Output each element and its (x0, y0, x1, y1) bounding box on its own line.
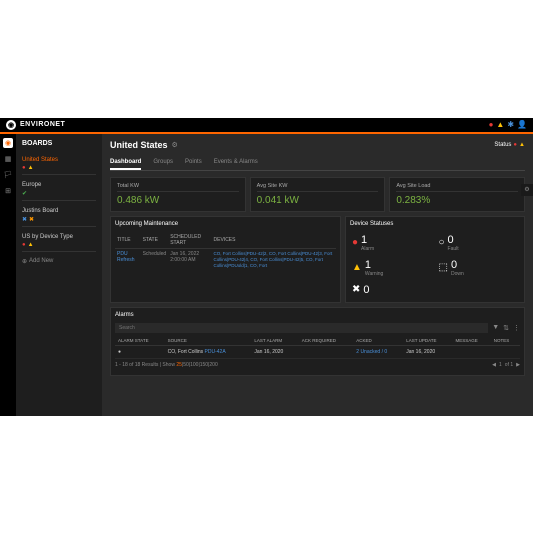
status-other: ✖0 (350, 282, 434, 298)
tool-icon: ✖ (22, 216, 27, 223)
tabs: Dashboard Groups Points Events & Alarms (110, 156, 525, 171)
status-alarm: ●1Alarm (350, 232, 434, 254)
warning-icon: ▲ (519, 142, 525, 148)
add-new-button[interactable]: ⊕Add New (22, 258, 96, 265)
app-name: ENVIRONET (20, 121, 65, 128)
metric-avg-load: Avg Site Load 0.283% (389, 177, 525, 212)
warning-icon: ▲ (28, 242, 34, 248)
sidebar-title: BOARDS (22, 140, 96, 147)
sidebar: BOARDS United States ●▲ Europe ✔ Justins… (16, 134, 102, 416)
rail-item-4-icon[interactable]: ⊞ (3, 186, 13, 196)
board-item-europe[interactable]: Europe ✔ (22, 179, 96, 201)
main: ◉ ▦ 🏳 ⊞ BOARDS United States ●▲ Europe ✔… (0, 134, 533, 416)
alarm-state-icon: ● (115, 345, 165, 358)
topbar: ◉ ENVIRONET ● ▲ ✱ 👤 (0, 118, 533, 134)
tool2-icon: ✖ (29, 216, 34, 223)
prev-page-icon[interactable]: ◀ (492, 362, 496, 368)
table-row[interactable]: ● CO, Fort Collins PDU-42A Jan 16, 2020 … (115, 345, 520, 358)
page-size-200[interactable]: 200 (209, 362, 217, 368)
sort-icon[interactable]: ⇅ (503, 324, 509, 332)
logo-icon: ◉ (6, 120, 16, 130)
alarms-table: ALARM STATESOURCELAST ALARMACK REQUIREDA… (115, 336, 520, 359)
search-input[interactable] (115, 323, 488, 333)
alarm-icon: ● (22, 242, 26, 248)
alarm-icon: ● (513, 142, 517, 148)
pagination: 1 - 18 of 18 Results | Show 25 | 50 | 10… (115, 359, 520, 371)
board-item-justins[interactable]: Justins Board ✖✖ (22, 205, 96, 227)
page-header: United States ⚙ Status ● ▲ (110, 140, 525, 150)
status-fault: ○0Fault (437, 232, 521, 254)
wrench-icon: ✖ (352, 284, 360, 295)
status-down: ⬚0Down (437, 257, 521, 279)
user-icon[interactable]: 👤 (517, 120, 527, 129)
alarm-icon: ● (22, 165, 26, 171)
metrics-row: Total KW 0.486 kW Avg Site KW 0.041 kW A… (110, 177, 525, 212)
status-warning: ▲1Warning (350, 257, 434, 279)
page-size-100[interactable]: 100 (190, 362, 198, 368)
rail-boards-icon[interactable]: ◉ (3, 138, 13, 148)
topbar-status-icons: ● ▲ ✱ 👤 (489, 120, 527, 129)
icon-rail: ◉ ▦ 🏳 ⊞ (0, 134, 16, 416)
maintenance-table: TITLE STATE SCHEDULED START DEVICES PDU … (115, 232, 336, 272)
tab-groups[interactable]: Groups (153, 156, 173, 170)
alarm-icon[interactable]: ● (489, 120, 494, 129)
metric-avg-kw: Avg Site KW 0.041 kW (250, 177, 386, 212)
warning-icon[interactable]: ▲ (496, 120, 504, 129)
filter-icon[interactable]: ▼ (492, 324, 499, 332)
info-icon[interactable]: ✱ (507, 120, 514, 129)
more-icon[interactable]: ⋮ (513, 324, 520, 332)
page-size-25[interactable]: 25 (176, 362, 182, 368)
warning-icon: ▲ (352, 262, 362, 273)
ok-icon: ✔ (22, 190, 27, 197)
tab-points[interactable]: Points (185, 156, 202, 170)
next-page-icon[interactable]: ▶ (516, 362, 520, 368)
status-indicator: Status ● ▲ (494, 142, 525, 148)
metric-total-kw: Total KW 0.486 kW (110, 177, 246, 212)
settings-flyout-icon[interactable]: ⚙ (521, 184, 533, 196)
alarm-icon: ● (352, 237, 358, 248)
down-icon: ⬚ (439, 262, 448, 273)
tab-dashboard[interactable]: Dashboard (110, 156, 141, 170)
fault-icon: ○ (439, 237, 445, 248)
alarms-panel: Alarms ▼ ⇅ ⋮ ALARM STATESOURCELAST ALARM… (110, 307, 525, 376)
device-statuses-panel: Device Statuses ●1Alarm ○0Fault ▲1Warnin… (345, 216, 525, 303)
panels-row: Upcoming Maintenance TITLE STATE SCHEDUL… (110, 216, 525, 303)
table-row[interactable]: PDU Refresh Scheduled Jan 16, 2022 2:00:… (115, 248, 336, 271)
tab-events[interactable]: Events & Alarms (214, 156, 258, 170)
gear-icon[interactable]: ⚙ (172, 141, 178, 149)
maintenance-panel: Upcoming Maintenance TITLE STATE SCHEDUL… (110, 216, 341, 303)
rail-item-2-icon[interactable]: ▦ (3, 154, 13, 164)
devices-cell: CO, Fort Collins|PDU-42|2, CO, Fort Coll… (212, 248, 336, 271)
plus-icon: ⊕ (22, 258, 27, 265)
rail-item-3-icon[interactable]: 🏳 (3, 170, 13, 180)
content: ⚙ United States ⚙ Status ● ▲ Dashboard G… (102, 134, 533, 416)
page-title: United States (110, 140, 168, 150)
app-window: ◉ ENVIRONET ● ▲ ✱ 👤 ◉ ▦ 🏳 ⊞ BOARDS Unite… (0, 118, 533, 416)
page-size-50[interactable]: 50 (183, 362, 189, 368)
warning-icon: ▲ (28, 165, 34, 171)
board-item-us[interactable]: United States ●▲ (22, 154, 96, 175)
page-size-150[interactable]: 150 (200, 362, 208, 368)
board-item-usdevice[interactable]: US by Device Type ●▲ (22, 231, 96, 252)
